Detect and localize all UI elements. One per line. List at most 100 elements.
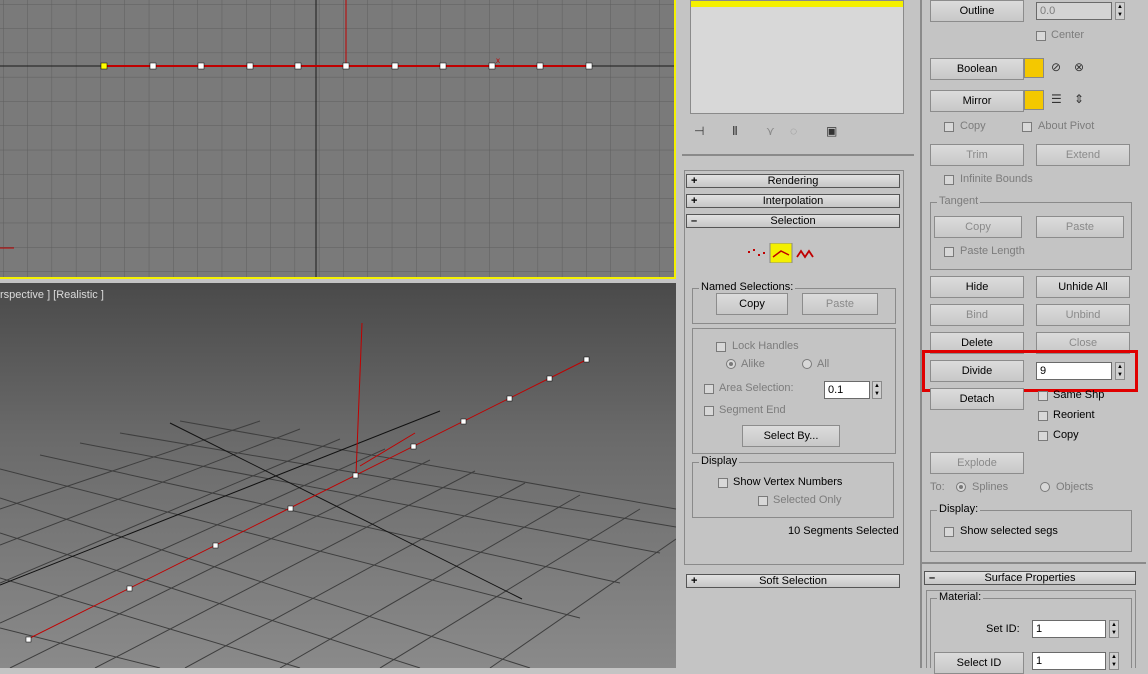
rollout-collapse-icon: –	[929, 572, 936, 584]
modifier-stack-list[interactable]	[690, 0, 904, 114]
select-id-button[interactable]: Select ID	[934, 652, 1024, 674]
segment-end-checkbox[interactable]	[704, 406, 714, 416]
perspective-viewport[interactable]: rspective ] [Realistic ]	[0, 283, 676, 668]
show-end-result-icon[interactable]: Ⅱ	[732, 124, 738, 138]
hide-button[interactable]: Hide	[930, 276, 1024, 298]
detach-button[interactable]: Detach	[930, 388, 1024, 410]
lock-handles-label: Lock Handles	[732, 340, 799, 352]
mirror-horizontal-icon[interactable]	[1024, 90, 1044, 110]
area-selection-spinner-arrows[interactable]: ▲ ▼	[872, 381, 882, 399]
outline-spinner: 0.0	[1036, 2, 1112, 20]
divide-spinner[interactable]: 9	[1036, 362, 1112, 380]
make-unique-icon: ⋎	[766, 124, 775, 138]
explode-button: Explode	[930, 452, 1024, 474]
group-label: Display:	[937, 503, 981, 515]
subobject-selector	[748, 243, 814, 263]
display-group: Display	[692, 455, 894, 518]
splines-label: Splines	[972, 481, 1009, 493]
configure-modifier-sets-icon[interactable]: ▣	[826, 124, 837, 138]
set-id-spinner-arrows[interactable]: ▲ ▼	[1109, 620, 1119, 638]
viewport-label[interactable]: rspective ] [Realistic ]	[0, 289, 104, 301]
spline-icon	[796, 249, 814, 259]
show-selected-segs-label: Show selected segs	[960, 525, 1058, 537]
to-label: To:	[930, 481, 945, 493]
tangent-paste-button: Paste	[1036, 216, 1124, 238]
area-selection-spinner[interactable]: 0.1	[824, 381, 870, 399]
detach-copy-label: Copy	[1053, 429, 1079, 441]
outline-button[interactable]: Outline	[930, 0, 1024, 22]
show-selected-segs-checkbox[interactable]	[944, 527, 954, 537]
set-id-spinner[interactable]: 1	[1032, 620, 1106, 638]
panel-divider	[920, 0, 922, 668]
rollout-expand-icon: +	[691, 575, 698, 587]
boolean-union-icon[interactable]	[1024, 58, 1044, 78]
alike-radio	[726, 359, 736, 369]
selected-only-checkbox	[758, 496, 768, 506]
divide-button[interactable]: Divide	[930, 360, 1024, 382]
group-label: Named Selections:	[699, 281, 796, 293]
set-id-label: Set ID:	[986, 623, 1020, 635]
rollout-selection[interactable]: – Selection	[686, 214, 900, 228]
boolean-subtract-icon[interactable]: ⊘	[1051, 60, 1061, 74]
copy-button[interactable]: Copy	[716, 293, 788, 315]
segment-end-label: Segment End	[719, 404, 786, 416]
extend-button: Extend	[1036, 144, 1130, 166]
rollout-surface-properties[interactable]: – Surface Properties	[924, 571, 1136, 585]
objects-radio	[1040, 482, 1050, 492]
rollout-label: Surface Properties	[984, 572, 1076, 584]
rollout-collapse-icon: –	[691, 215, 698, 227]
infinite-bounds-checkbox	[944, 175, 954, 185]
vertex-icon	[748, 249, 765, 256]
mirror-copy-checkbox[interactable]	[944, 122, 954, 132]
bind-button: Bind	[930, 304, 1024, 326]
select-id-spinner-arrows[interactable]: ▲ ▼	[1109, 652, 1119, 670]
divider	[922, 562, 1146, 564]
rollout-rendering[interactable]: + Rendering	[686, 174, 900, 188]
world-axis-2	[0, 410, 441, 586]
about-pivot-label: About Pivot	[1038, 120, 1095, 132]
mirror-copy-label: Copy	[960, 120, 986, 132]
same-shp-checkbox[interactable]	[1038, 391, 1048, 401]
trim-button: Trim	[930, 144, 1024, 166]
gizmo-z	[355, 322, 363, 476]
unhide-all-button[interactable]: Unhide All	[1036, 276, 1130, 298]
group-label: Display	[699, 455, 740, 467]
rollout-label: Soft Selection	[759, 575, 827, 587]
rollout-label: Selection	[770, 215, 816, 227]
world-axis-1	[169, 422, 523, 600]
boolean-intersect-icon[interactable]: ⊗	[1074, 60, 1084, 74]
top-viewport-canvas: x	[0, 0, 674, 277]
rollout-soft-selection[interactable]: + Soft Selection	[686, 574, 900, 588]
reorient-label: Reorient	[1053, 409, 1095, 421]
selected-only-label: Selected Only	[773, 494, 842, 506]
paste-length-checkbox	[944, 247, 954, 257]
infinite-bounds-label: Infinite Bounds	[960, 173, 1033, 185]
tangent-copy-button: Copy	[934, 216, 1022, 238]
alike-label: Alike	[741, 358, 765, 370]
center-checkbox	[1036, 31, 1046, 41]
select-id-spinner[interactable]: 1	[1032, 652, 1106, 670]
splines-radio	[956, 482, 966, 492]
show-vertex-numbers-checkbox[interactable]	[718, 478, 728, 488]
mirror-button[interactable]: Mirror	[930, 90, 1024, 112]
paste-button: Paste	[802, 293, 878, 315]
same-shp-label: Same Shp	[1053, 389, 1105, 401]
modifier-stack-item-line[interactable]	[691, 1, 903, 7]
all-label: All	[817, 358, 830, 370]
divide-spinner-arrows[interactable]: ▲ ▼	[1115, 362, 1125, 380]
objects-label: Objects	[1056, 481, 1094, 493]
boolean-button[interactable]: Boolean	[930, 58, 1024, 80]
area-selection-checkbox[interactable]	[704, 384, 714, 394]
detach-copy-checkbox[interactable]	[1038, 431, 1048, 441]
mirror-vertical-icon[interactable]: ☰	[1051, 92, 1062, 106]
reorient-checkbox[interactable]	[1038, 411, 1048, 421]
rollout-interpolation[interactable]: + Interpolation	[686, 194, 900, 208]
mirror-both-icon[interactable]: ⇕	[1074, 92, 1084, 106]
top-viewport[interactable]: x	[0, 0, 676, 279]
all-radio	[802, 359, 812, 369]
geometry-rollout: Outline 0.0 ▲ ▼ Center Boolean ⊘ ⊗ Mirror…	[920, 0, 1148, 674]
pin-stack-icon[interactable]: ⊣	[694, 124, 704, 138]
select-by-button[interactable]: Select By...	[742, 425, 840, 447]
lock-handles-checkbox	[716, 342, 726, 352]
about-pivot-checkbox[interactable]	[1022, 122, 1032, 132]
